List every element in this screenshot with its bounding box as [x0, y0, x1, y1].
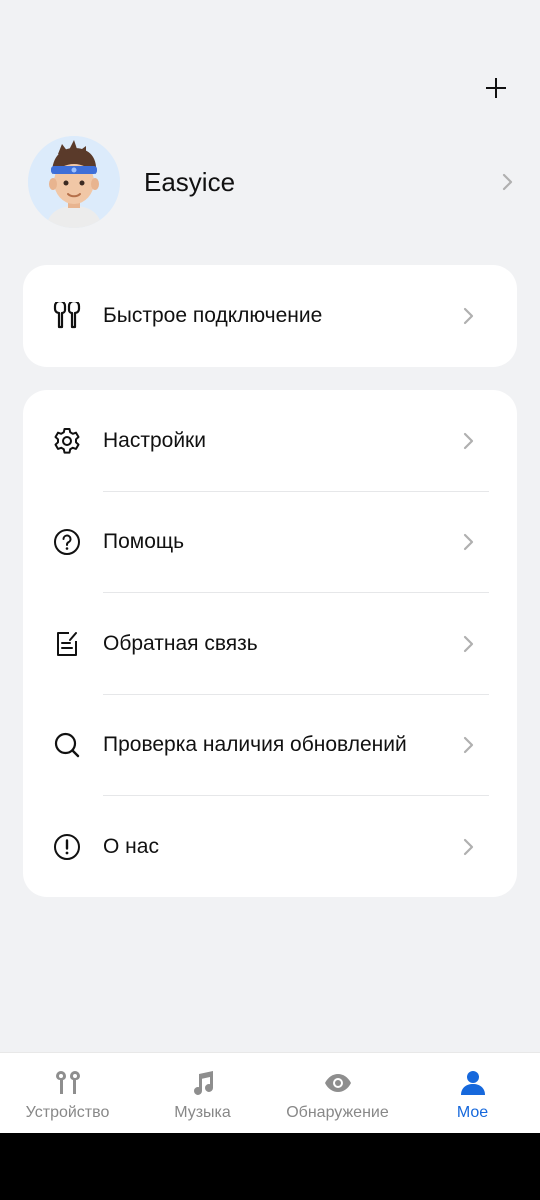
- help-icon: [51, 526, 83, 558]
- add-button[interactable]: [478, 70, 514, 106]
- tab-label: Обнаружение: [286, 1104, 389, 1121]
- chevron-right-icon: [463, 432, 474, 449]
- music-note-icon: [189, 1069, 217, 1097]
- menu-item-label: Настройки: [103, 428, 206, 452]
- tab-label: Устройство: [25, 1104, 110, 1121]
- menu-item-check-updates[interactable]: Проверка наличия обновлений: [23, 695, 517, 796]
- system-navigation-bar: [0, 1133, 540, 1200]
- eye-icon: [324, 1069, 352, 1097]
- quick-connect-label: Быстрое подключение: [103, 304, 323, 327]
- menu-item-label: О нас: [103, 834, 159, 858]
- menu-item-help[interactable]: Помощь: [23, 492, 517, 593]
- person-icon: [459, 1069, 487, 1097]
- chevron-right-icon: [463, 307, 474, 325]
- tab-label: Музыка: [174, 1104, 231, 1121]
- menu-item-label: Помощь: [103, 530, 185, 554]
- earbuds-icon: [54, 1069, 82, 1097]
- menu-card: Настройки Помощь Обратная связь Проверка…: [23, 390, 517, 897]
- menu-item-label: Проверка наличия обновлений: [103, 733, 407, 757]
- tab-discover[interactable]: Обнаружение: [270, 1053, 405, 1133]
- search-icon: [51, 729, 83, 761]
- menu-item-about[interactable]: О нас: [23, 796, 517, 898]
- profile-name: Easyice: [144, 166, 236, 197]
- menu-item-feedback[interactable]: Обратная связь: [23, 593, 517, 695]
- earbuds-icon: [51, 300, 83, 332]
- menu-item-settings[interactable]: Настройки: [23, 390, 517, 492]
- info-icon: [51, 831, 83, 863]
- menu-item-label: Обратная связь: [103, 631, 258, 655]
- feedback-icon: [51, 628, 83, 660]
- chevron-right-icon: [463, 838, 474, 855]
- profile-row[interactable]: Easyice: [28, 136, 516, 228]
- bottom-tab-bar: Устройство Музыка Обнаружение Мое: [0, 1052, 540, 1133]
- plus-icon: [486, 78, 506, 98]
- quick-connect-item[interactable]: Быстрое подключение: [23, 265, 517, 367]
- tab-device[interactable]: Устройство: [0, 1053, 135, 1133]
- tab-music[interactable]: Музыка: [135, 1053, 270, 1133]
- chevron-right-icon: [463, 635, 474, 652]
- gear-icon: [51, 425, 83, 457]
- tab-mine[interactable]: Мое: [405, 1053, 540, 1133]
- chevron-right-icon: [463, 534, 474, 551]
- avatar: [28, 136, 120, 228]
- tab-label: Мое: [456, 1104, 489, 1121]
- chevron-right-icon: [502, 173, 513, 191]
- quick-connect-card: Быстрое подключение: [23, 265, 517, 367]
- chevron-right-icon: [463, 737, 474, 754]
